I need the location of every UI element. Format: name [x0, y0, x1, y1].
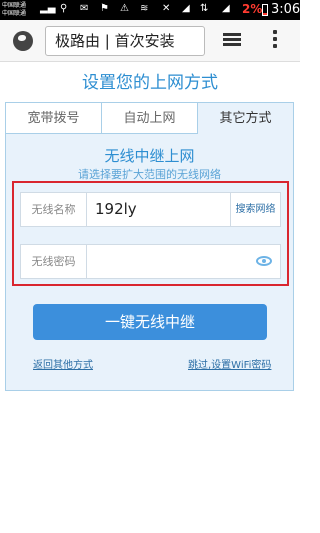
tab-dhcp[interactable]: 自动上网 — [102, 103, 198, 134]
tab-pppoe[interactable]: 宽带拨号 — [6, 103, 102, 134]
wifi-icon: ≋ — [140, 3, 149, 14]
mute-icon: ✕ — [162, 3, 171, 14]
tab-bar: 宽带拨号 自动上网 其它方式 — [6, 103, 293, 135]
page-title: 设置您的上网方式 — [82, 73, 218, 93]
wifi-password-field[interactable]: 无线密码 — [20, 244, 281, 279]
wifi-name-label: 无线名称 — [21, 193, 87, 226]
data-transfer-icon: ⇅ — [200, 3, 209, 14]
skip-link[interactable]: 跳过,设置WiFi密码 — [188, 356, 271, 371]
wifi-name-field[interactable]: 无线名称 192ly 搜索网络 — [20, 192, 281, 227]
carrier-2: 中国联通 — [2, 10, 27, 17]
clock: 3:06 — [271, 2, 301, 17]
search-network-button[interactable]: 搜索网络 — [230, 193, 280, 226]
section-subtitle: 请选择要扩大范围的无线网络 — [78, 168, 221, 181]
notification-icon: ⚑ — [100, 3, 109, 14]
usb-icon: ⚲ — [60, 3, 68, 14]
signal-strength-icon-1: ◢ — [182, 3, 190, 14]
battery-fill — [263, 13, 267, 15]
mail-icon: ✉ — [80, 3, 89, 14]
globe-icon[interactable] — [13, 31, 33, 51]
battery-percent: 2% — [242, 2, 263, 16]
tab-other[interactable]: 其它方式 — [198, 103, 293, 135]
one-click-repeater-button[interactable]: 一键无线中继 — [33, 304, 267, 340]
section-title: 无线中继上网 — [104, 147, 195, 165]
more-menu-icon[interactable] — [273, 30, 277, 52]
browser-toolbar: 极路由 | 首次安装 — [0, 20, 300, 62]
back-link[interactable]: 返回其他方式 — [33, 356, 93, 371]
url-bar[interactable]: 极路由 | 首次安装 — [45, 26, 205, 56]
tabs-icon[interactable] — [223, 33, 241, 47]
eye-icon[interactable] — [256, 256, 272, 266]
carrier-1: 中国联通 — [2, 2, 27, 9]
signal-strength-icon-2: ◢ — [222, 3, 230, 14]
status-bar: 中国联通 中国联通 ▂▄ ⚲ ✉ ⚑ ⚠ ≋ ✕ ◢ ⇅ ◢ 2% 3:06 — [0, 0, 300, 20]
signal-icon: ▂▄ — [40, 3, 56, 14]
wifi-name-input[interactable]: 192ly — [95, 193, 137, 226]
wifi-password-label: 无线密码 — [21, 245, 87, 278]
alert-icon: ⚠ — [120, 3, 129, 14]
battery-icon — [262, 4, 268, 16]
